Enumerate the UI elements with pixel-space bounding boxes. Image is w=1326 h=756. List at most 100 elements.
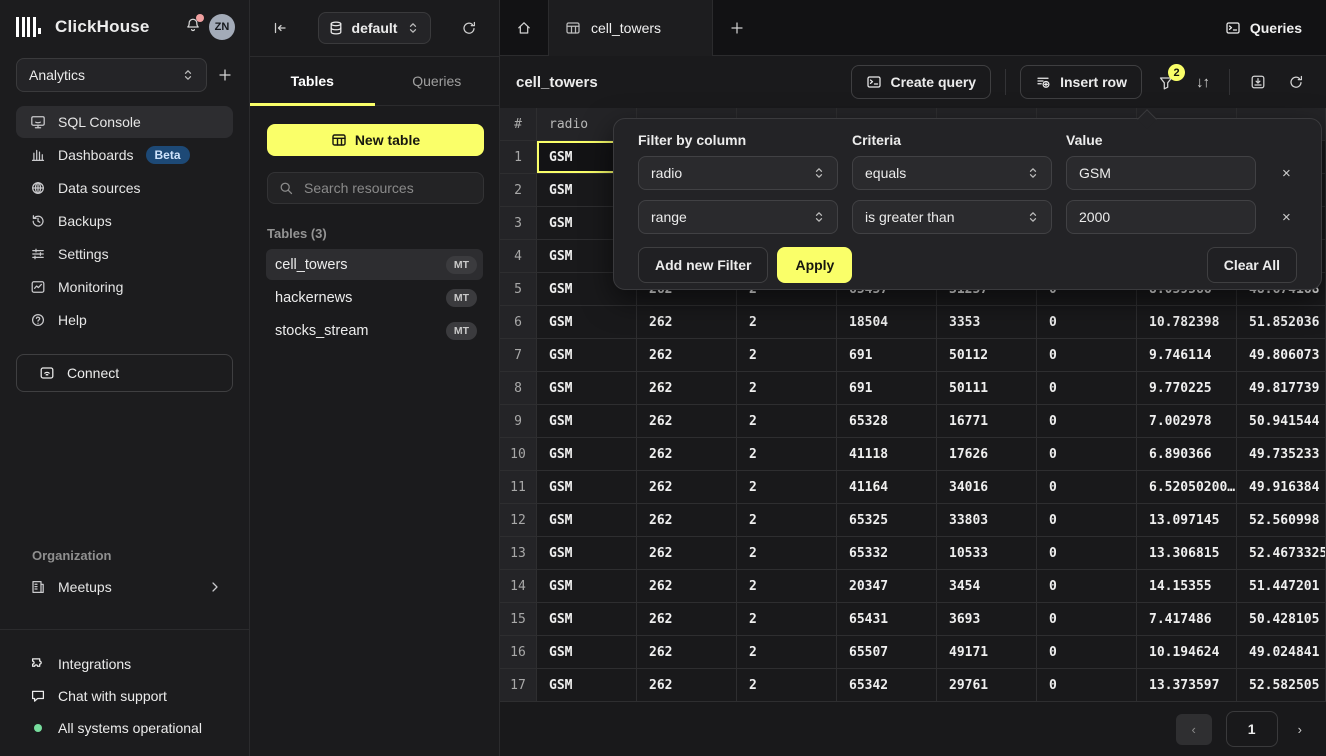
filter-column-select[interactable]: radio — [638, 156, 838, 190]
grid-cell[interactable]: 2 — [737, 669, 837, 702]
grid-cell[interactable]: 262 — [637, 438, 737, 471]
sidebar-item-dashboards[interactable]: DashboardsBeta — [16, 139, 233, 171]
queries-button[interactable]: Queries — [1225, 20, 1302, 36]
grid-cell[interactable]: 18504 — [837, 306, 937, 339]
grid-cell[interactable]: 10.194624 — [1137, 636, 1237, 669]
grid-cell[interactable]: 2 — [737, 306, 837, 339]
grid-cell[interactable]: 65325 — [837, 504, 937, 537]
grid-cell[interactable]: 7.002978 — [1137, 405, 1237, 438]
refresh-data-button[interactable] — [1282, 68, 1310, 96]
filter-button[interactable]: 2 — [1152, 68, 1180, 96]
sidebar-item-data-sources[interactable]: Data sources — [16, 172, 233, 204]
sort-button[interactable]: ↓↑ — [1190, 68, 1215, 97]
grid-cell[interactable]: 2 — [737, 405, 837, 438]
tab-cell-towers[interactable]: cell_towers — [548, 0, 713, 56]
grid-cell[interactable]: 2 — [737, 339, 837, 372]
grid-cell[interactable]: GSM — [537, 669, 637, 702]
grid-cell[interactable]: 2 — [737, 438, 837, 471]
grid-cell[interactable]: 50.941544 — [1237, 405, 1326, 438]
prev-page-button[interactable]: ‹ — [1176, 714, 1212, 745]
grid-cell[interactable]: 0 — [1037, 504, 1137, 537]
grid-cell[interactable]: GSM — [537, 570, 637, 603]
grid-cell[interactable]: 13.306815 — [1137, 537, 1237, 570]
sidebar-item-monitoring[interactable]: Monitoring — [16, 271, 233, 303]
grid-cell[interactable]: 2 — [737, 537, 837, 570]
grid-cell[interactable]: GSM — [537, 504, 637, 537]
grid-cell[interactable]: 691 — [837, 339, 937, 372]
grid-cell[interactable]: 262 — [637, 537, 737, 570]
grid-cell[interactable]: 0 — [1037, 306, 1137, 339]
grid-cell[interactable]: 10533 — [937, 537, 1037, 570]
grid-cell[interactable]: 49171 — [937, 636, 1037, 669]
grid-cell[interactable]: 3353 — [937, 306, 1037, 339]
grid-cell[interactable]: 16771 — [937, 405, 1037, 438]
next-page-button[interactable]: › — [1292, 716, 1308, 743]
filter-column-select[interactable]: range — [638, 200, 838, 234]
current-page[interactable]: 1 — [1226, 711, 1278, 747]
grid-cell[interactable]: 691 — [837, 372, 937, 405]
grid-cell[interactable]: 0 — [1037, 636, 1137, 669]
filter-value-input[interactable] — [1066, 200, 1256, 234]
grid-cell[interactable]: GSM — [537, 339, 637, 372]
grid-cell[interactable]: 34016 — [937, 471, 1037, 504]
grid-cell[interactable]: 13.097145 — [1137, 504, 1237, 537]
grid-cell[interactable]: 50111 — [937, 372, 1037, 405]
grid-cell[interactable]: 0 — [1037, 570, 1137, 603]
grid-cell[interactable]: GSM — [537, 372, 637, 405]
grid-cell[interactable]: 49.817739 — [1237, 372, 1326, 405]
grid-cell[interactable]: 14.15355 — [1137, 570, 1237, 603]
explorer-tab-tables[interactable]: Tables — [250, 57, 375, 105]
grid-cell[interactable]: 262 — [637, 504, 737, 537]
grid-cell[interactable]: 262 — [637, 471, 737, 504]
footer-item-chat-support[interactable]: Chat with support — [16, 682, 233, 710]
grid-cell[interactable]: 0 — [1037, 372, 1137, 405]
grid-cell[interactable]: 2 — [737, 372, 837, 405]
remove-filter-button[interactable]: × — [1276, 207, 1297, 228]
remove-filter-button[interactable]: × — [1276, 163, 1297, 184]
grid-cell[interactable]: 262 — [637, 405, 737, 438]
grid-cell[interactable]: 50112 — [937, 339, 1037, 372]
download-button[interactable] — [1244, 68, 1272, 96]
search-input[interactable] — [302, 179, 473, 197]
search-resources[interactable] — [267, 172, 484, 204]
grid-cell[interactable]: 41118 — [837, 438, 937, 471]
sidebar-item-settings[interactable]: Settings — [16, 238, 233, 270]
grid-cell[interactable]: 10.782398 — [1137, 306, 1237, 339]
footer-item-integrations[interactable]: Integrations — [16, 650, 233, 678]
refresh-tables-button[interactable] — [457, 16, 481, 40]
grid-cell[interactable]: 7.417486 — [1137, 603, 1237, 636]
grid-cell[interactable]: 13.373597 — [1137, 669, 1237, 702]
filter-value-input[interactable] — [1066, 156, 1256, 190]
grid-cell[interactable]: 2 — [737, 471, 837, 504]
grid-cell[interactable]: 51.447201 — [1237, 570, 1326, 603]
grid-cell[interactable]: 0 — [1037, 537, 1137, 570]
grid-cell[interactable]: 17626 — [937, 438, 1037, 471]
grid-cell[interactable]: 0 — [1037, 471, 1137, 504]
sidebar-item-sql-console[interactable]: SQL Console — [16, 106, 233, 138]
grid-cell[interactable]: GSM — [537, 537, 637, 570]
grid-cell[interactable]: 0 — [1037, 669, 1137, 702]
grid-cell[interactable]: 0 — [1037, 438, 1137, 471]
grid-cell[interactable]: 50.428105 — [1237, 603, 1326, 636]
grid-cell[interactable]: 0 — [1037, 339, 1137, 372]
grid-cell[interactable]: 262 — [637, 570, 737, 603]
grid-cell[interactable]: 2 — [737, 636, 837, 669]
grid-cell[interactable]: 52.582505 — [1237, 669, 1326, 702]
sidebar-item-help[interactable]: Help — [16, 304, 233, 336]
grid-cell[interactable]: GSM — [537, 438, 637, 471]
grid-cell[interactable]: 9.770225 — [1137, 372, 1237, 405]
grid-cell[interactable]: 262 — [637, 339, 737, 372]
grid-cell[interactable]: 49.806073 — [1237, 339, 1326, 372]
grid-cell[interactable]: 262 — [637, 372, 737, 405]
grid-cell[interactable]: 2 — [737, 603, 837, 636]
grid-cell[interactable]: 65342 — [837, 669, 937, 702]
new-table-button[interactable]: New table — [267, 124, 484, 156]
grid-cell[interactable]: 262 — [637, 636, 737, 669]
new-tab-button[interactable] — [713, 0, 761, 56]
grid-cell[interactable]: 51.852036 — [1237, 306, 1326, 339]
grid-cell[interactable]: 0 — [1037, 603, 1137, 636]
grid-cell[interactable]: 9.746114 — [1137, 339, 1237, 372]
insert-row-button[interactable]: Insert row — [1020, 65, 1142, 99]
notifications-button[interactable] — [185, 17, 201, 38]
grid-cell[interactable]: 3454 — [937, 570, 1037, 603]
